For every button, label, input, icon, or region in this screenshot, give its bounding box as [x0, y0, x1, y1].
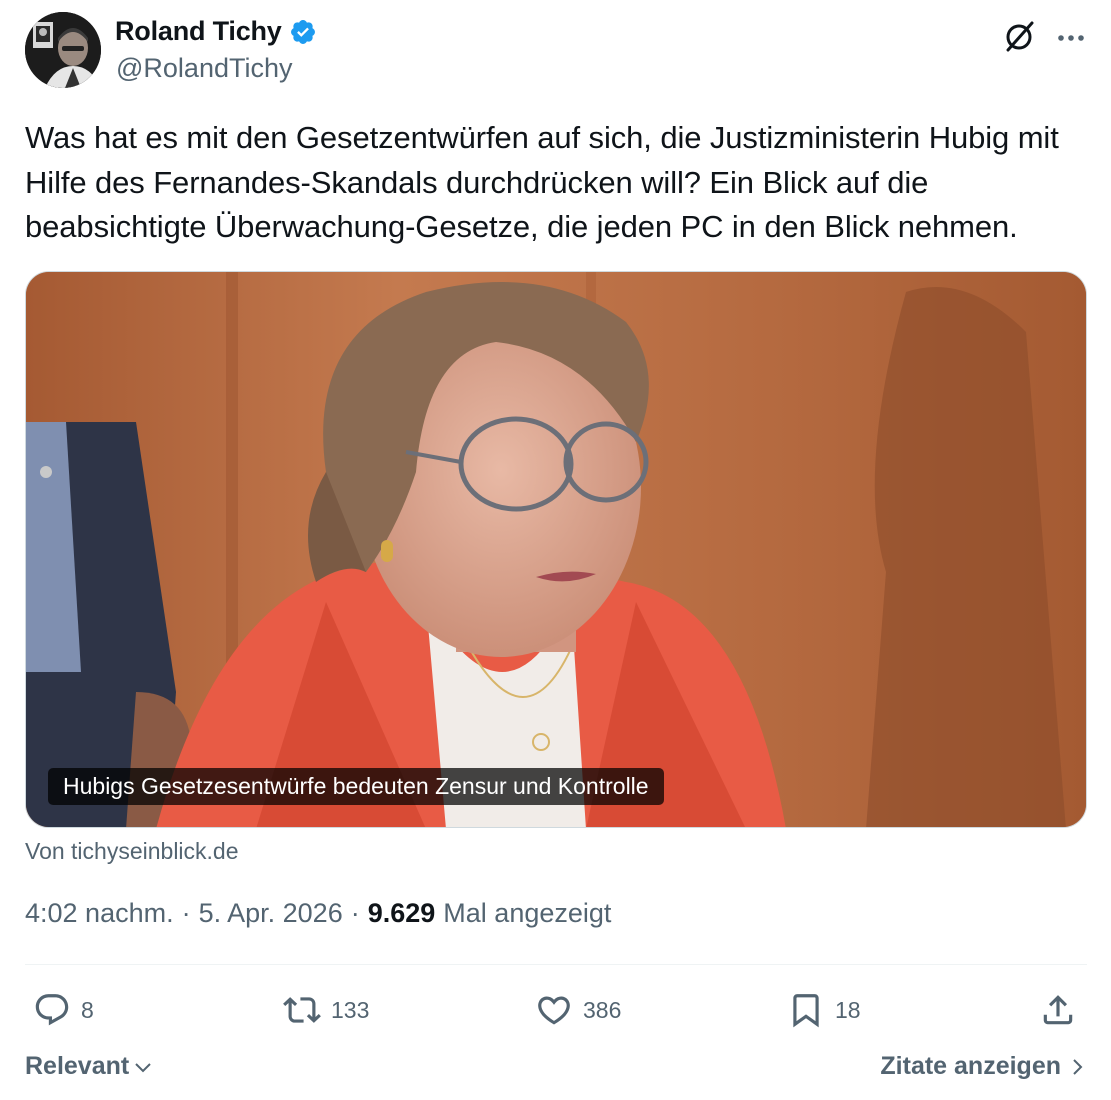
more-button[interactable]: [1053, 18, 1089, 54]
name-row: Roland Tichy: [115, 16, 317, 47]
view-quotes-link[interactable]: Zitate anzeigen: [880, 1052, 1087, 1081]
chevron-down-icon: [135, 1062, 151, 1072]
action-bar: 8 133 386 18: [25, 985, 1087, 1035]
bookmark-button[interactable]: 18: [787, 985, 861, 1035]
tweet-time[interactable]: 4:02 nachm.: [25, 898, 174, 929]
replies-footer: Relevant Zitate anzeigen: [25, 1052, 1087, 1088]
share-icon: [1043, 995, 1073, 1025]
meta-separator: ·: [181, 898, 191, 928]
grok-icon: [1006, 21, 1034, 52]
repost-icon: [283, 997, 321, 1023]
tweet-header: Roland Tichy @RolandTichy: [25, 12, 1087, 92]
reply-icon: [35, 994, 69, 1026]
reply-button[interactable]: 8: [33, 985, 94, 1035]
sort-dropdown[interactable]: Relevant: [25, 1052, 153, 1081]
author-handle[interactable]: @RolandTichy: [116, 53, 292, 84]
quotes-label: Zitate anzeigen: [880, 1052, 1061, 1080]
avatar[interactable]: [25, 12, 101, 88]
link-card[interactable]: Hubigs Gesetzesentwürfe bedeuten Zensur …: [25, 271, 1087, 828]
bookmark-icon: [793, 994, 819, 1028]
share-button[interactable]: [1039, 985, 1077, 1035]
like-button[interactable]: 386: [535, 985, 621, 1035]
tweet-meta: 4:02 nachm. · 5. Apr. 2026 · 9.629 Mal a…: [25, 898, 611, 929]
grok-button[interactable]: [1002, 18, 1038, 54]
link-card-caption: Hubigs Gesetzesentwürfe bedeuten Zensur …: [48, 768, 664, 805]
more-icon: [1058, 35, 1084, 41]
bookmark-count: 18: [835, 996, 861, 1023]
article-image: [26, 272, 1086, 827]
sort-label: Relevant: [25, 1052, 130, 1080]
meta-separator: ·: [350, 898, 360, 928]
reply-count: 8: [81, 996, 94, 1023]
tweet-date[interactable]: 5. Apr. 2026: [199, 898, 343, 929]
like-count: 386: [583, 996, 622, 1023]
views-count: 9.629: [367, 898, 436, 928]
repost-button[interactable]: 133: [283, 985, 369, 1035]
divider: [25, 964, 1087, 965]
link-source[interactable]: Von tichyseinblick.de: [25, 838, 239, 865]
chevron-right-icon: [1073, 1058, 1083, 1075]
views-label: Mal angezeigt: [443, 898, 612, 928]
tweet-text: Was hat es mit den Gesetzentwürfen auf s…: [25, 120, 1059, 244]
verified-badge-icon: [290, 19, 315, 44]
heart-icon: [538, 996, 570, 1025]
author-name[interactable]: Roland Tichy: [115, 16, 282, 47]
repost-count: 133: [331, 996, 370, 1023]
